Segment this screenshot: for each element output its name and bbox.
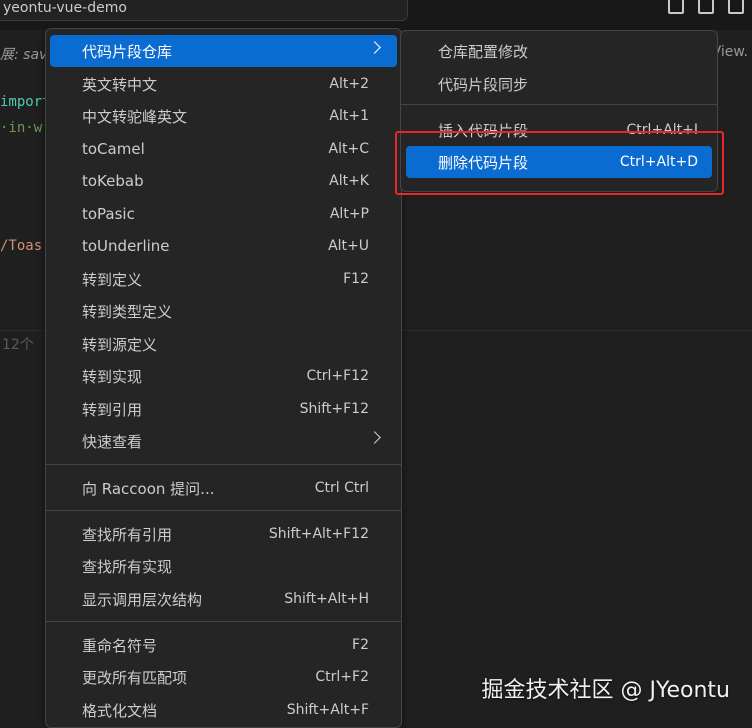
menu-item-label: 转到类型定义 <box>82 302 173 321</box>
menu-item-shortcut: Alt+C <box>328 141 369 157</box>
menu-item-label: 中文转驼峰英文 <box>82 107 188 126</box>
menu-item-label: 格式化文档 <box>82 701 158 720</box>
menu-item-label: 更改所有匹配项 <box>82 668 188 687</box>
menu-item-en-to-zh[interactable]: 英文转中文 Alt+2 <box>50 68 397 100</box>
menu-item-ask-raccoon[interactable]: 向 Raccoon 提问... Ctrl Ctrl <box>50 472 397 504</box>
menu-item-zh-to-camel[interactable]: 中文转驼峰英文 Alt+1 <box>50 100 397 132</box>
menu-item-change-all-occurrences[interactable]: 更改所有匹配项 Ctrl+F2 <box>50 661 397 693</box>
menu-item-shortcut: Shift+Alt+H <box>284 591 369 607</box>
editor-context-menu: 代码片段仓库 英文转中文 Alt+2 中文转驼峰英文 Alt+1 toCamel… <box>45 28 402 728</box>
menu-item-label: 查找所有实现 <box>82 557 173 576</box>
menu-item-label: 转到源定义 <box>82 335 158 354</box>
menu-item-label: 显示调用层次结构 <box>82 590 203 609</box>
chevron-right-icon <box>368 41 381 54</box>
menu-item-shortcut: Shift+F12 <box>299 401 369 417</box>
menu-item-label: 转到引用 <box>82 400 143 419</box>
menu-item-shortcut: Shift+Alt+F12 <box>268 526 369 542</box>
menu-item-label: 转到定义 <box>82 270 143 289</box>
menu-item-to-underline[interactable]: toUnderline Alt+U <box>50 230 397 262</box>
watermark-text: 掘金技术社区 @ JYeontu <box>481 678 731 703</box>
menu-item-label: 仓库配置修改 <box>438 42 529 61</box>
menu-item-format-document[interactable]: 格式化文档 Shift+Alt+F <box>50 694 397 726</box>
code-line: import <box>0 94 51 110</box>
code-line: /Toas <box>0 238 43 254</box>
menu-item-go-to-source-definition[interactable]: 转到源定义 <box>50 328 397 360</box>
menu-item-shortcut: Alt+U <box>328 238 369 254</box>
extension-hint: 展: sav <box>0 47 48 63</box>
menu-item-find-all-references[interactable]: 查找所有引用 Shift+Alt+F12 <box>50 518 397 550</box>
menu-item-label: 英文转中文 <box>82 75 158 94</box>
menu-item-find-all-implementations[interactable]: 查找所有实现 <box>50 550 397 582</box>
menu-item-label: toPasic <box>82 205 135 223</box>
menu-item-to-kebab[interactable]: toKebab Alt+K <box>50 165 397 197</box>
menu-item-shortcut: Alt+K <box>329 173 369 189</box>
menu-item-label: 快速查看 <box>82 432 143 451</box>
menu-item-shortcut: F2 <box>352 637 369 653</box>
menu-item-peek[interactable]: 快速查看 <box>50 425 397 457</box>
menu-item-shortcut: Shift+Alt+F <box>286 702 369 718</box>
menu-item-shortcut: Ctrl Ctrl <box>314 480 369 496</box>
menu-item-go-to-implementation[interactable]: 转到实现 Ctrl+F12 <box>50 360 397 392</box>
toggle-panel-icon[interactable] <box>698 0 714 14</box>
menu-separator <box>46 510 401 511</box>
menu-separator <box>46 621 401 622</box>
menu-item-shortcut: Ctrl+F2 <box>315 669 369 685</box>
submenu-item-repo-config[interactable]: 仓库配置修改 <box>406 35 712 67</box>
menu-item-shortcut: Ctrl+F12 <box>306 368 369 384</box>
menu-item-to-pasic[interactable]: toPasic Alt+P <box>50 198 397 230</box>
menu-item-label: 代码片段同步 <box>438 75 529 94</box>
menu-item-shortcut: Alt+1 <box>329 108 369 124</box>
menu-item-label: 重命名符号 <box>82 636 158 655</box>
menu-item-go-to-type-definition[interactable]: 转到类型定义 <box>50 295 397 327</box>
code-line: ·in·w <box>0 120 43 136</box>
toggle-primary-sidebar-icon[interactable] <box>668 0 684 14</box>
menu-item-label: toUnderline <box>82 237 170 255</box>
command-center-search[interactable]: yeontu-vue-demo <box>0 0 408 21</box>
menu-item-shortcut: Alt+2 <box>329 76 369 92</box>
menu-item-shortcut: F12 <box>343 271 369 287</box>
menu-item-show-call-hierarchy[interactable]: 显示调用层次结构 Shift+Alt+H <box>50 583 397 615</box>
menu-item-label: toCamel <box>82 140 145 158</box>
toggle-secondary-sidebar-icon[interactable] <box>728 0 744 14</box>
menu-item-to-camel[interactable]: toCamel Alt+C <box>50 133 397 165</box>
menu-item-go-to-definition[interactable]: 转到定义 F12 <box>50 263 397 295</box>
menu-item-snippet-repo[interactable]: 代码片段仓库 <box>50 35 397 67</box>
menu-item-label: toKebab <box>82 172 144 190</box>
menu-item-label: 向 Raccoon 提问... <box>82 479 215 498</box>
submenu-item-snippet-sync[interactable]: 代码片段同步 <box>406 68 712 100</box>
menu-item-label: 转到实现 <box>82 367 143 386</box>
menu-item-label: 代码片段仓库 <box>82 42 173 61</box>
menu-item-label: 查找所有引用 <box>82 525 173 544</box>
menu-separator <box>401 104 717 105</box>
lines-hint: 12个 <box>2 337 34 353</box>
title-bar: yeontu-vue-demo <box>0 0 752 30</box>
menu-item-shortcut: Alt+P <box>329 206 369 222</box>
menu-separator <box>46 464 401 465</box>
menu-item-rename-symbol[interactable]: 重命名符号 F2 <box>50 629 397 661</box>
layout-controls <box>668 0 744 14</box>
highlight-box <box>395 131 724 195</box>
menu-item-go-to-references[interactable]: 转到引用 Shift+F12 <box>50 393 397 425</box>
chevron-right-icon <box>368 431 381 444</box>
